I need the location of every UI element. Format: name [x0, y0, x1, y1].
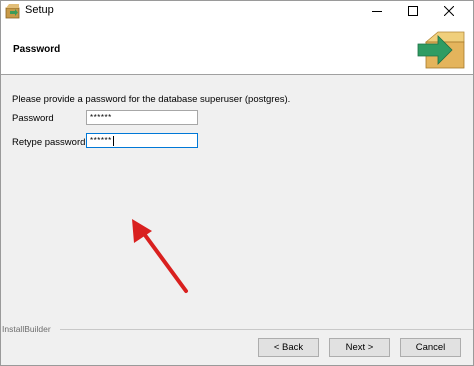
installer-box-arrow-icon	[417, 31, 465, 69]
maximize-button[interactable]	[394, 0, 432, 22]
page-title: Password	[13, 44, 61, 55]
minimize-button[interactable]	[358, 0, 396, 22]
brand-label: InstallBuilder	[2, 324, 54, 334]
retype-password-value: ******	[90, 136, 112, 145]
window-title: Setup	[25, 4, 54, 16]
content-panel: Please provide a password for the databa…	[0, 75, 474, 329]
text-caret	[112, 135, 114, 146]
close-icon	[444, 6, 454, 16]
maximize-icon	[408, 6, 418, 16]
close-button[interactable]	[430, 0, 468, 22]
red-arrow-annotation	[132, 219, 188, 293]
footer-divider	[60, 329, 474, 330]
retype-password-label: Retype password	[12, 137, 86, 148]
password-value: ******	[90, 113, 112, 122]
password-label: Password	[12, 113, 54, 124]
footer: InstallBuilder < Back Next > Cancel	[0, 324, 474, 366]
cancel-button[interactable]: Cancel	[400, 338, 461, 357]
retype-password-field[interactable]: ******	[86, 133, 198, 148]
next-button[interactable]: Next >	[329, 338, 390, 357]
page-header: Password	[0, 22, 474, 75]
password-description: Please provide a password for the databa…	[12, 94, 291, 105]
title-bar: Setup	[0, 0, 474, 22]
minimize-icon	[372, 11, 382, 12]
setup-box-icon	[5, 4, 20, 19]
back-button[interactable]: < Back	[258, 338, 319, 357]
password-field[interactable]: ******	[86, 110, 198, 125]
